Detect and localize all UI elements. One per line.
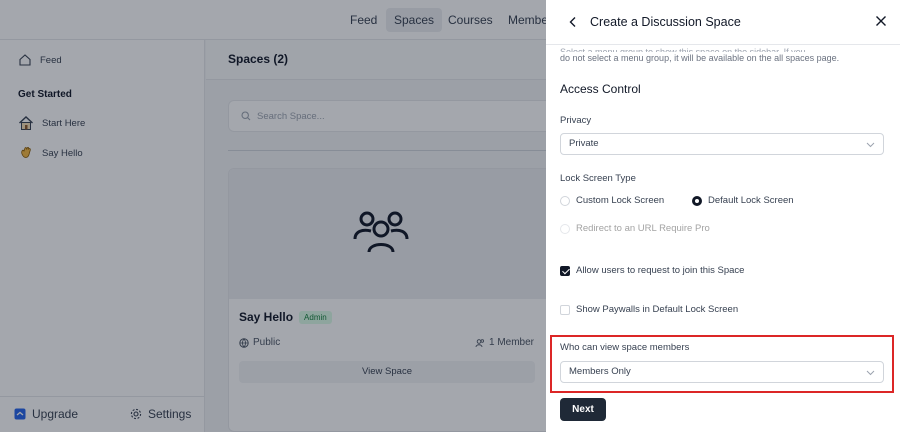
chevron-left-icon[interactable] [566,15,580,29]
radio-label: Default Lock Screen [708,195,794,206]
privacy-select-value: Private [569,138,599,149]
view-members-select[interactable]: Members Only [560,361,884,383]
radio-button-disabled [560,223,570,234]
menu-group-help-text: Select a menu group to show this space o… [560,46,890,64]
chevron-down-icon [866,370,875,376]
radio-redirect-url: Redirect to an URL Require Pro [560,223,710,234]
view-members-label: Who can view space members [560,342,690,353]
access-control-title: Access Control [560,82,641,96]
radio-label: Custom Lock Screen [576,195,665,206]
checkbox-unchecked[interactable] [560,304,570,315]
checkbox-checked[interactable] [560,265,570,276]
lock-screen-type-label: Lock Screen Type [560,173,636,184]
create-space-drawer: Create a Discussion Space Select a menu … [546,0,900,432]
privacy-label: Privacy [560,115,592,126]
drawer-header: Create a Discussion Space [546,0,900,45]
radio-custom-lock-screen[interactable]: Custom Lock Screen [560,195,664,206]
paywall-checkbox[interactable]: Show Paywalls in Default Lock Screen [560,304,738,315]
close-icon[interactable] [874,14,888,28]
drawer-title: Create a Discussion Space [590,15,741,29]
privacy-select[interactable]: Private [560,133,884,155]
view-members-select-value: Members Only [569,366,631,377]
checkbox-label: Allow users to request to join this Spac… [576,265,745,276]
radio-button[interactable] [560,195,570,206]
next-button[interactable]: Next [560,398,606,421]
allow-request-checkbox[interactable]: Allow users to request to join this Spac… [560,265,744,276]
help-text-cut: Select a menu group to show this space o… [560,47,806,52]
radio-default-lock-screen[interactable]: Default Lock Screen [692,195,794,206]
radio-label: Redirect to an URL Require Pro [576,223,710,234]
chevron-down-icon [866,142,875,148]
radio-button-checked[interactable] [692,195,702,206]
help-text-line: do not select a menu group, it will be a… [560,53,840,63]
modal-backdrop[interactable] [0,0,546,432]
checkbox-label: Show Paywalls in Default Lock Screen [576,304,739,315]
